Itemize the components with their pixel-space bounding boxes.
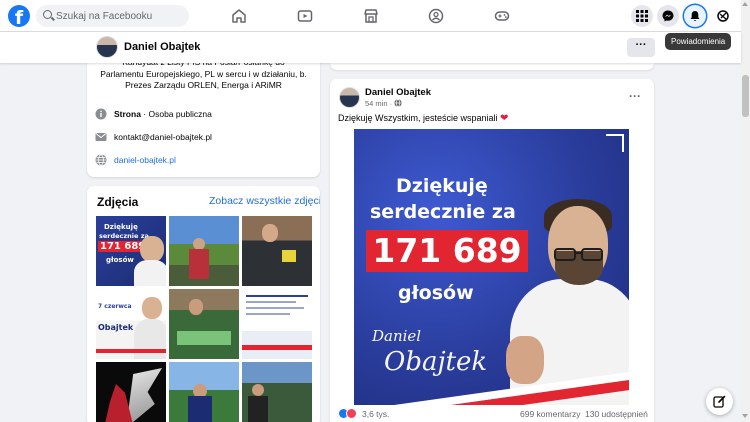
photo-thumbnail[interactable] bbox=[169, 216, 239, 286]
post-image[interactable]: Dziękuję serdecznie za 171 689 głosów Da… bbox=[354, 129, 629, 405]
photos-title[interactable]: Zdjęcia bbox=[97, 195, 138, 209]
thumb-text: Obajtek bbox=[98, 323, 134, 332]
info-icon bbox=[95, 108, 107, 120]
profile-name[interactable]: Daniel Obajtek bbox=[124, 41, 200, 53]
post-message: Dziękuję Wszystkim, jesteście wspaniali bbox=[338, 113, 501, 123]
search-icon bbox=[43, 10, 52, 19]
reaction-icons[interactable] bbox=[338, 408, 358, 420]
post-time-text: 54 min · bbox=[365, 99, 393, 108]
photo-thumbnail[interactable] bbox=[169, 289, 239, 359]
photo-thumbnail[interactable]: Dziękuję serdecznie za 171 689 głosów bbox=[96, 216, 166, 286]
poster-text-line3: głosów bbox=[398, 282, 474, 304]
scroll-down-arrow[interactable] bbox=[742, 414, 748, 418]
thumb-text: głosów bbox=[106, 256, 134, 264]
marketplace-icon bbox=[364, 9, 378, 23]
compose-icon bbox=[713, 395, 726, 408]
heart-emoji: ❤ bbox=[500, 113, 509, 124]
photo-thumbnail[interactable]: 7 czerwca Obajtek bbox=[96, 289, 166, 359]
post-more-button[interactable]: ··· bbox=[629, 89, 641, 103]
account-button[interactable] bbox=[712, 5, 734, 27]
shares-count[interactable]: 130 udostępnień bbox=[585, 409, 648, 419]
nav-gaming[interactable] bbox=[472, 4, 532, 28]
groups-icon bbox=[428, 8, 444, 24]
messenger-button[interactable] bbox=[657, 5, 679, 27]
email-icon bbox=[95, 133, 107, 141]
thumb-text: 7 czerwca bbox=[98, 303, 132, 310]
messenger-icon bbox=[662, 10, 674, 22]
thumb-text: serdecznie za bbox=[99, 232, 149, 240]
post-timestamp[interactable]: 54 min · bbox=[365, 99, 402, 108]
intro-bio-line: Parlamentu Europejskiego, PL w sercu i w… bbox=[100, 68, 307, 79]
profile-avatar[interactable] bbox=[96, 36, 118, 58]
menu-grid-icon bbox=[636, 10, 648, 22]
post-text: Dziękuję Wszystkim, jesteście wspaniali … bbox=[338, 113, 508, 124]
intro-website: daniel-obajtek.pl bbox=[95, 154, 315, 168]
poster-text-line1: Dziękuję bbox=[396, 175, 488, 197]
post-author-name[interactable]: Daniel Obajtek bbox=[365, 87, 431, 98]
menu-button[interactable] bbox=[631, 5, 653, 27]
globe-icon bbox=[394, 99, 402, 107]
nav-marketplace[interactable] bbox=[341, 4, 401, 28]
facebook-logo[interactable]: f bbox=[8, 5, 30, 27]
globe-icon bbox=[95, 154, 107, 166]
intro-bio-line: Prezes Zarządu ORLEN, Energa i ARiMR bbox=[125, 80, 282, 90]
notifications-icon bbox=[690, 11, 700, 21]
intro-page-type: Strona · Osoba publiczna bbox=[95, 108, 315, 122]
page-type-label: Strona bbox=[114, 109, 141, 119]
photo-thumbnail[interactable] bbox=[96, 362, 166, 422]
photo-thumbnail[interactable] bbox=[169, 362, 239, 422]
gaming-icon bbox=[494, 11, 510, 21]
photo-thumbnail[interactable] bbox=[242, 289, 312, 359]
comments-count[interactable]: 699 komentarzy bbox=[520, 409, 580, 419]
email-text[interactable]: kontakt@daniel-obajtek.pl bbox=[114, 132, 212, 142]
website-link[interactable]: daniel-obajtek.pl bbox=[114, 155, 176, 165]
poster-text-line2: serdecznie za bbox=[370, 201, 516, 223]
search-input[interactable] bbox=[56, 8, 181, 24]
search-box[interactable] bbox=[36, 5, 189, 27]
poster-signature-last: Obajtek bbox=[384, 347, 488, 377]
photo-thumbnail[interactable] bbox=[242, 216, 312, 286]
see-all-photos-link[interactable]: Zobacz wszystkie zdjęcia bbox=[209, 195, 320, 207]
poster-glasses bbox=[554, 248, 603, 261]
poster-corner-mark bbox=[606, 134, 624, 152]
nav-video[interactable] bbox=[275, 4, 335, 28]
notifications-button[interactable] bbox=[684, 5, 706, 27]
home-icon bbox=[232, 9, 246, 23]
post-card: Daniel Obajtek 54 min · ··· Dziękuję Wsz… bbox=[330, 79, 654, 422]
profile-sticky-bar: Daniel Obajtek ··· bbox=[0, 32, 741, 63]
reactions-count[interactable]: 3,6 tys. bbox=[362, 409, 389, 419]
video-icon bbox=[297, 10, 313, 22]
post-author-avatar[interactable] bbox=[339, 87, 360, 108]
top-navigation-bar: f bbox=[0, 0, 741, 32]
account-icon bbox=[717, 10, 729, 22]
nav-groups[interactable] bbox=[406, 4, 466, 28]
thumb-text: Dziękuję bbox=[104, 223, 138, 231]
scroll-up-arrow[interactable] bbox=[742, 2, 748, 6]
profile-more-button[interactable]: ··· bbox=[627, 38, 655, 57]
scrollbar-thumb[interactable] bbox=[742, 75, 749, 117]
poster-signature-first: Daniel bbox=[372, 327, 422, 345]
new-message-button[interactable] bbox=[706, 388, 733, 415]
intro-email: kontakt@daniel-obajtek.pl bbox=[95, 131, 315, 145]
photo-thumbnail[interactable] bbox=[242, 362, 312, 422]
poster-vote-count: 171 689 bbox=[372, 231, 522, 270]
love-reaction-icon bbox=[346, 408, 357, 419]
photos-card: Zdjęcia Zobacz wszystkie zdjęcia Dziękuj… bbox=[87, 186, 320, 422]
page-type-category: · Osoba publiczna bbox=[140, 109, 212, 119]
page-scrollbar[interactable] bbox=[741, 0, 750, 422]
previous-post-edge bbox=[330, 63, 654, 70]
notifications-tooltip: Powiadomienia bbox=[665, 33, 732, 50]
nav-home[interactable] bbox=[209, 4, 269, 28]
